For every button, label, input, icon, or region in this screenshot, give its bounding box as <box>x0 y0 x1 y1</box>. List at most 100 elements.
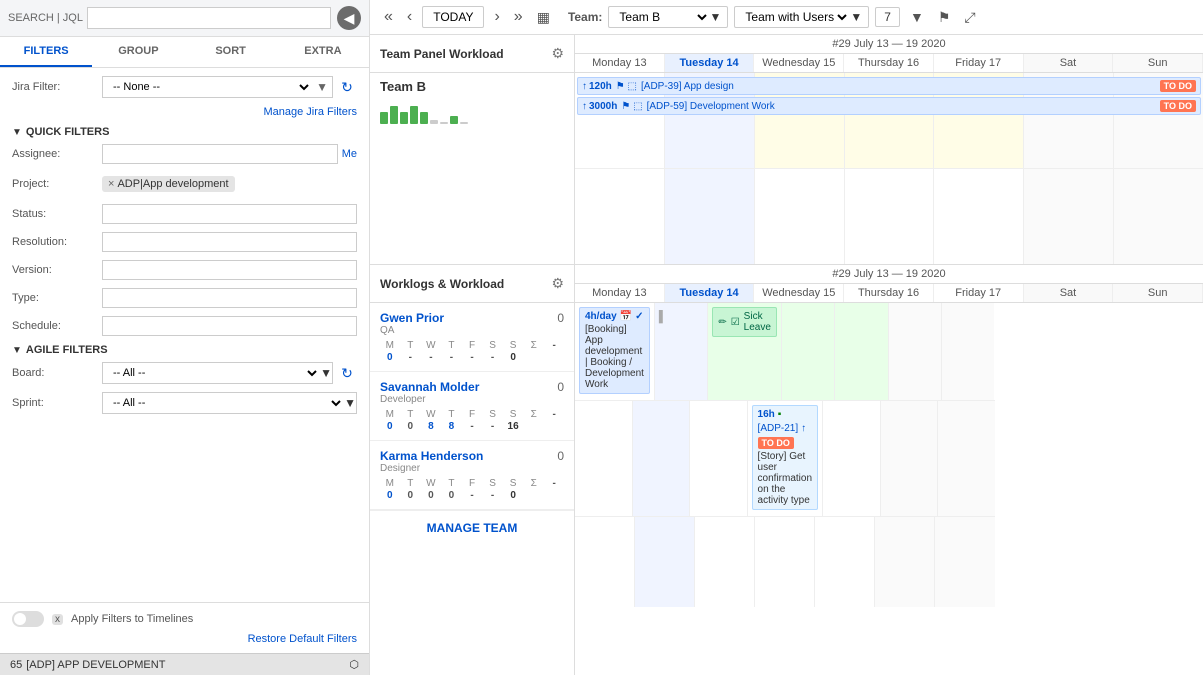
nav-prev-button[interactable]: ‹ <box>403 6 416 28</box>
sprint-select-wrapper: -- All -- ▼ <box>102 392 357 414</box>
jira-filter-refresh[interactable]: ↻ <box>337 77 357 97</box>
worklogs-week-header: #29 July 13 — 19 2020 Monday 13 Tuesday … <box>575 265 1203 302</box>
task-hours-1: 120h <box>589 81 612 92</box>
team-select[interactable]: Team B <box>615 9 709 25</box>
nav-next-button[interactable]: › <box>490 6 503 28</box>
savannah-days: M T W T F S S Σ - 0 0 8 <box>380 409 564 432</box>
type-input[interactable] <box>102 288 357 308</box>
empty-cell-tue <box>665 169 755 264</box>
nav-next-next-button[interactable]: » <box>510 6 527 28</box>
jira-filter-row: Jira Filter: -- None -- ▼ ↻ <box>12 76 357 98</box>
wg-gwen-sat <box>889 303 942 400</box>
schedule-input[interactable] <box>102 316 357 336</box>
team-panel: Team Panel Workload ⚙ #29 July 13 — 19 2… <box>370 35 1203 265</box>
board-label: Board: <box>12 367 102 379</box>
manage-team-button[interactable]: MANAGE TEAM <box>370 510 574 545</box>
board-refresh[interactable]: ↻ <box>337 363 357 383</box>
restore-default-filters-link[interactable]: Restore Default Filters <box>12 633 357 645</box>
sick-entry-gwen[interactable]: ✏ ☑ Sick Leave <box>712 307 777 337</box>
task-row-2 <box>575 169 1203 264</box>
assignee-input[interactable] <box>102 144 338 164</box>
project-tag-remove[interactable]: × <box>108 178 114 190</box>
me-button[interactable]: Me <box>342 148 357 160</box>
jira-filter-select[interactable]: -- None -- <box>103 77 312 97</box>
day-header-sat: Sat <box>1024 54 1114 72</box>
story-entry-savannah-thu[interactable]: 16h ▪ [ADP-21] ↑ TO DO [Story] Get user … <box>752 405 818 510</box>
worklogs-settings-icon[interactable]: ⚙ <box>551 275 564 292</box>
wl-day-fri17: Friday 17 <box>934 284 1024 302</box>
wg-row-karma <box>575 517 995 607</box>
resolution-input[interactable] <box>102 232 357 252</box>
version-input[interactable] <box>102 260 357 280</box>
worklog-grid: 4h/day 📅 ✓ [Booking] App development | B… <box>575 303 995 675</box>
project-tag-name: App development <box>143 178 229 190</box>
tab-sort[interactable]: SORT <box>185 37 277 67</box>
task-bar-adp59[interactable]: ↑ 3000h ⚑ ⬚ [ADP-59] Development Work TO… <box>577 97 1201 115</box>
view-select[interactable]: Team with Users <box>741 9 850 25</box>
wg-gwen-mon: 4h/day 📅 ✓ [Booking] App development | B… <box>575 303 655 400</box>
back-button[interactable]: ◀ <box>337 6 361 30</box>
version-row: Version: <box>12 260 357 280</box>
sprint-select[interactable]: -- All -- <box>103 393 344 413</box>
team-day-headers: Monday 13 Tuesday 14 Wednesday 15 Thursd… <box>575 54 1203 72</box>
story-entry-header: 16h ▪ [ADP-21] ↑ TO DO <box>758 409 812 449</box>
tab-filters[interactable]: FILTERS <box>0 37 92 67</box>
search-input[interactable] <box>87 7 331 29</box>
wg-karma-fri <box>815 517 875 607</box>
num-badge-arrow-button[interactable]: ▼ <box>906 7 928 27</box>
project-tag[interactable]: × ADP | App development <box>102 176 235 192</box>
worklogs-body: Gwen Prior 0 QA M T W T F S <box>370 303 1203 675</box>
task-icons-2: ⚑ ⬚ <box>621 101 642 112</box>
empty-cell-sun <box>1114 169 1203 264</box>
team-bar-row <box>380 100 564 124</box>
task-id-2: [ADP-59] Development Work <box>647 101 775 112</box>
quick-filters-header[interactable]: ▼ QUICK FILTERS <box>12 126 357 138</box>
nav-prev-prev-button[interactable]: « <box>380 6 397 28</box>
wg-karma-mon <box>575 517 635 607</box>
expand-icon-button[interactable]: ⤢ <box>960 7 979 28</box>
calendar-icon-button[interactable]: ▦ <box>533 7 554 28</box>
wg-gwen-tue: ▌ <box>655 303 708 400</box>
flag-icon-button[interactable]: ⚑ <box>934 7 955 28</box>
jira-filter-label: Jira Filter: <box>12 81 102 93</box>
status-input[interactable] <box>102 204 357 224</box>
agile-filters-arrow: ▼ <box>12 345 22 356</box>
right-panel: « ‹ TODAY › » ▦ Team: Team B ▼ Team with… <box>370 0 1203 675</box>
tab-extra[interactable]: EXTRA <box>277 37 369 67</box>
apply-filters-toggle[interactable] <box>12 611 44 627</box>
task-id-1: [ADP-39] App design <box>641 81 734 92</box>
bar-2 <box>390 106 398 124</box>
team-week-header: #29 July 13 — 19 2020 Monday 13 Tuesday … <box>575 35 1203 72</box>
worklogs-panel-title-area: Worklogs & Workload ⚙ <box>370 265 575 302</box>
jira-filter-arrow: ▼ <box>312 78 332 96</box>
board-select-wrapper: -- All -- ▼ <box>102 362 333 384</box>
empty-cell-mon <box>575 169 665 264</box>
bar-6 <box>430 120 438 124</box>
manage-jira-filters-link[interactable]: Manage Jira Filters <box>12 106 357 118</box>
story-green-icon: ▪ <box>778 409 782 420</box>
bar-7 <box>440 122 448 124</box>
karma-name-text[interactable]: Karma Henderson <box>380 449 483 463</box>
apply-filters-row: x Apply Filters to Timelines <box>12 611 357 627</box>
task-bar-adp39[interactable]: ↑ 120h ⚑ ⬚ [ADP-39] App design TO DO <box>577 77 1201 95</box>
worklog-entry-gwen-mon[interactable]: 4h/day 📅 ✓ [Booking] App development | B… <box>579 307 650 394</box>
filter-body: Jira Filter: -- None -- ▼ ↻ Manage Jira … <box>0 68 369 602</box>
today-button[interactable]: TODAY <box>422 6 484 28</box>
team-panel-settings-icon[interactable]: ⚙ <box>551 45 564 62</box>
savannah-name-text[interactable]: Savannah Molder <box>380 380 479 394</box>
day-header-mon13: Monday 13 <box>575 54 665 72</box>
bottom-status-bar: 65 [ADP] APP DEVELOPMENT ⬡ <box>0 653 369 675</box>
resolution-label: Resolution: <box>12 236 102 248</box>
cursor-indicator: ▌ <box>659 311 667 323</box>
tab-group[interactable]: GROUP <box>92 37 184 67</box>
worker-row-karma: Karma Henderson 0 Designer M T W T F S <box>370 441 574 510</box>
task-hours-2: 3000h <box>589 101 617 112</box>
board-select[interactable]: -- All -- <box>103 363 320 383</box>
num-days-badge[interactable]: 7 <box>875 7 900 27</box>
gwen-name-text[interactable]: Gwen Prior <box>380 311 444 325</box>
wg-savannah-sat <box>881 401 939 516</box>
sick-label: Sick Leave <box>744 311 771 333</box>
day-header-fri17: Friday 17 <box>934 54 1024 72</box>
expand-icon[interactable]: ⬡ <box>349 658 359 671</box>
agile-filters-header[interactable]: ▼ AGILE FILTERS <box>12 344 357 356</box>
